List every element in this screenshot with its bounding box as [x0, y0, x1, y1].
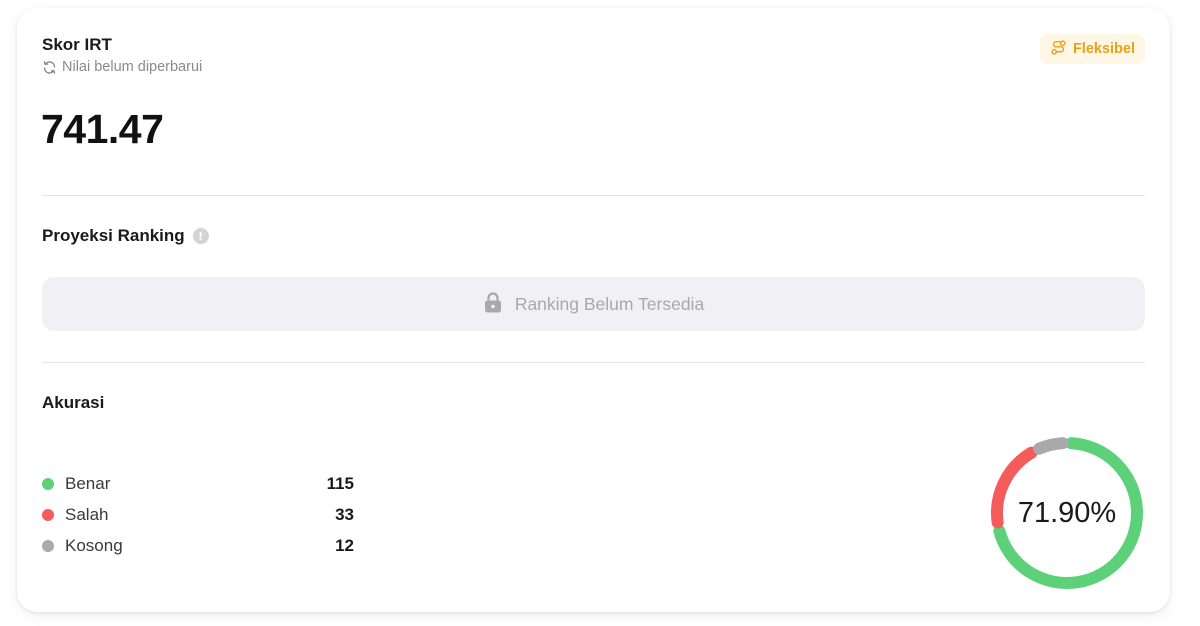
benar-dot: [42, 477, 54, 490]
update-status-text: Nilai belum diperbarui: [62, 59, 203, 75]
route-icon: [1050, 39, 1067, 60]
ranking-title-text: Proyeksi Ranking: [42, 226, 185, 245]
salah-dot: [42, 508, 54, 521]
accuracy-section-title: Akurasi: [42, 393, 105, 412]
update-status: Nilai belum diperbarui: [42, 59, 202, 75]
legend-label: Salah: [65, 504, 109, 524]
legend-label: Benar: [65, 473, 111, 493]
badge-label: Fleksibel: [1072, 41, 1135, 57]
divider: [42, 362, 1145, 363]
legend-item-benar: Benar 115: [42, 468, 354, 499]
lock-icon: [483, 291, 503, 318]
ranking-section-title: Proyeksi Ranking !: [42, 226, 209, 246]
legend-label: Kosong: [65, 535, 123, 555]
legend-item-salah: Salah 33: [42, 499, 354, 530]
fleksibel-badge[interactable]: Fleksibel: [1039, 34, 1145, 64]
legend-value: 12: [335, 535, 354, 555]
legend-value: 33: [335, 504, 354, 524]
ranking-unavailable-box: Ranking Belum Tersedia: [42, 277, 1145, 331]
irt-score-card: Skor IRT Nilai belum diperbarui Fleksibe…: [17, 8, 1170, 612]
legend-value: 115: [326, 473, 354, 493]
kosong-dot: [42, 539, 54, 552]
ranking-status-text: Ranking Belum Tersedia: [514, 293, 705, 314]
divider: [42, 195, 1145, 196]
accuracy-legend: Benar 115 Salah 33 Kosong 12: [42, 468, 354, 561]
info-icon[interactable]: !: [192, 228, 209, 244]
accuracy-percent: 71.90%: [1017, 496, 1117, 529]
legend-item-kosong: Kosong 12: [42, 530, 354, 561]
irt-score-value: 741.47: [41, 106, 164, 152]
refresh-icon[interactable]: [42, 60, 57, 75]
card-title: Skor IRT: [42, 35, 112, 54]
